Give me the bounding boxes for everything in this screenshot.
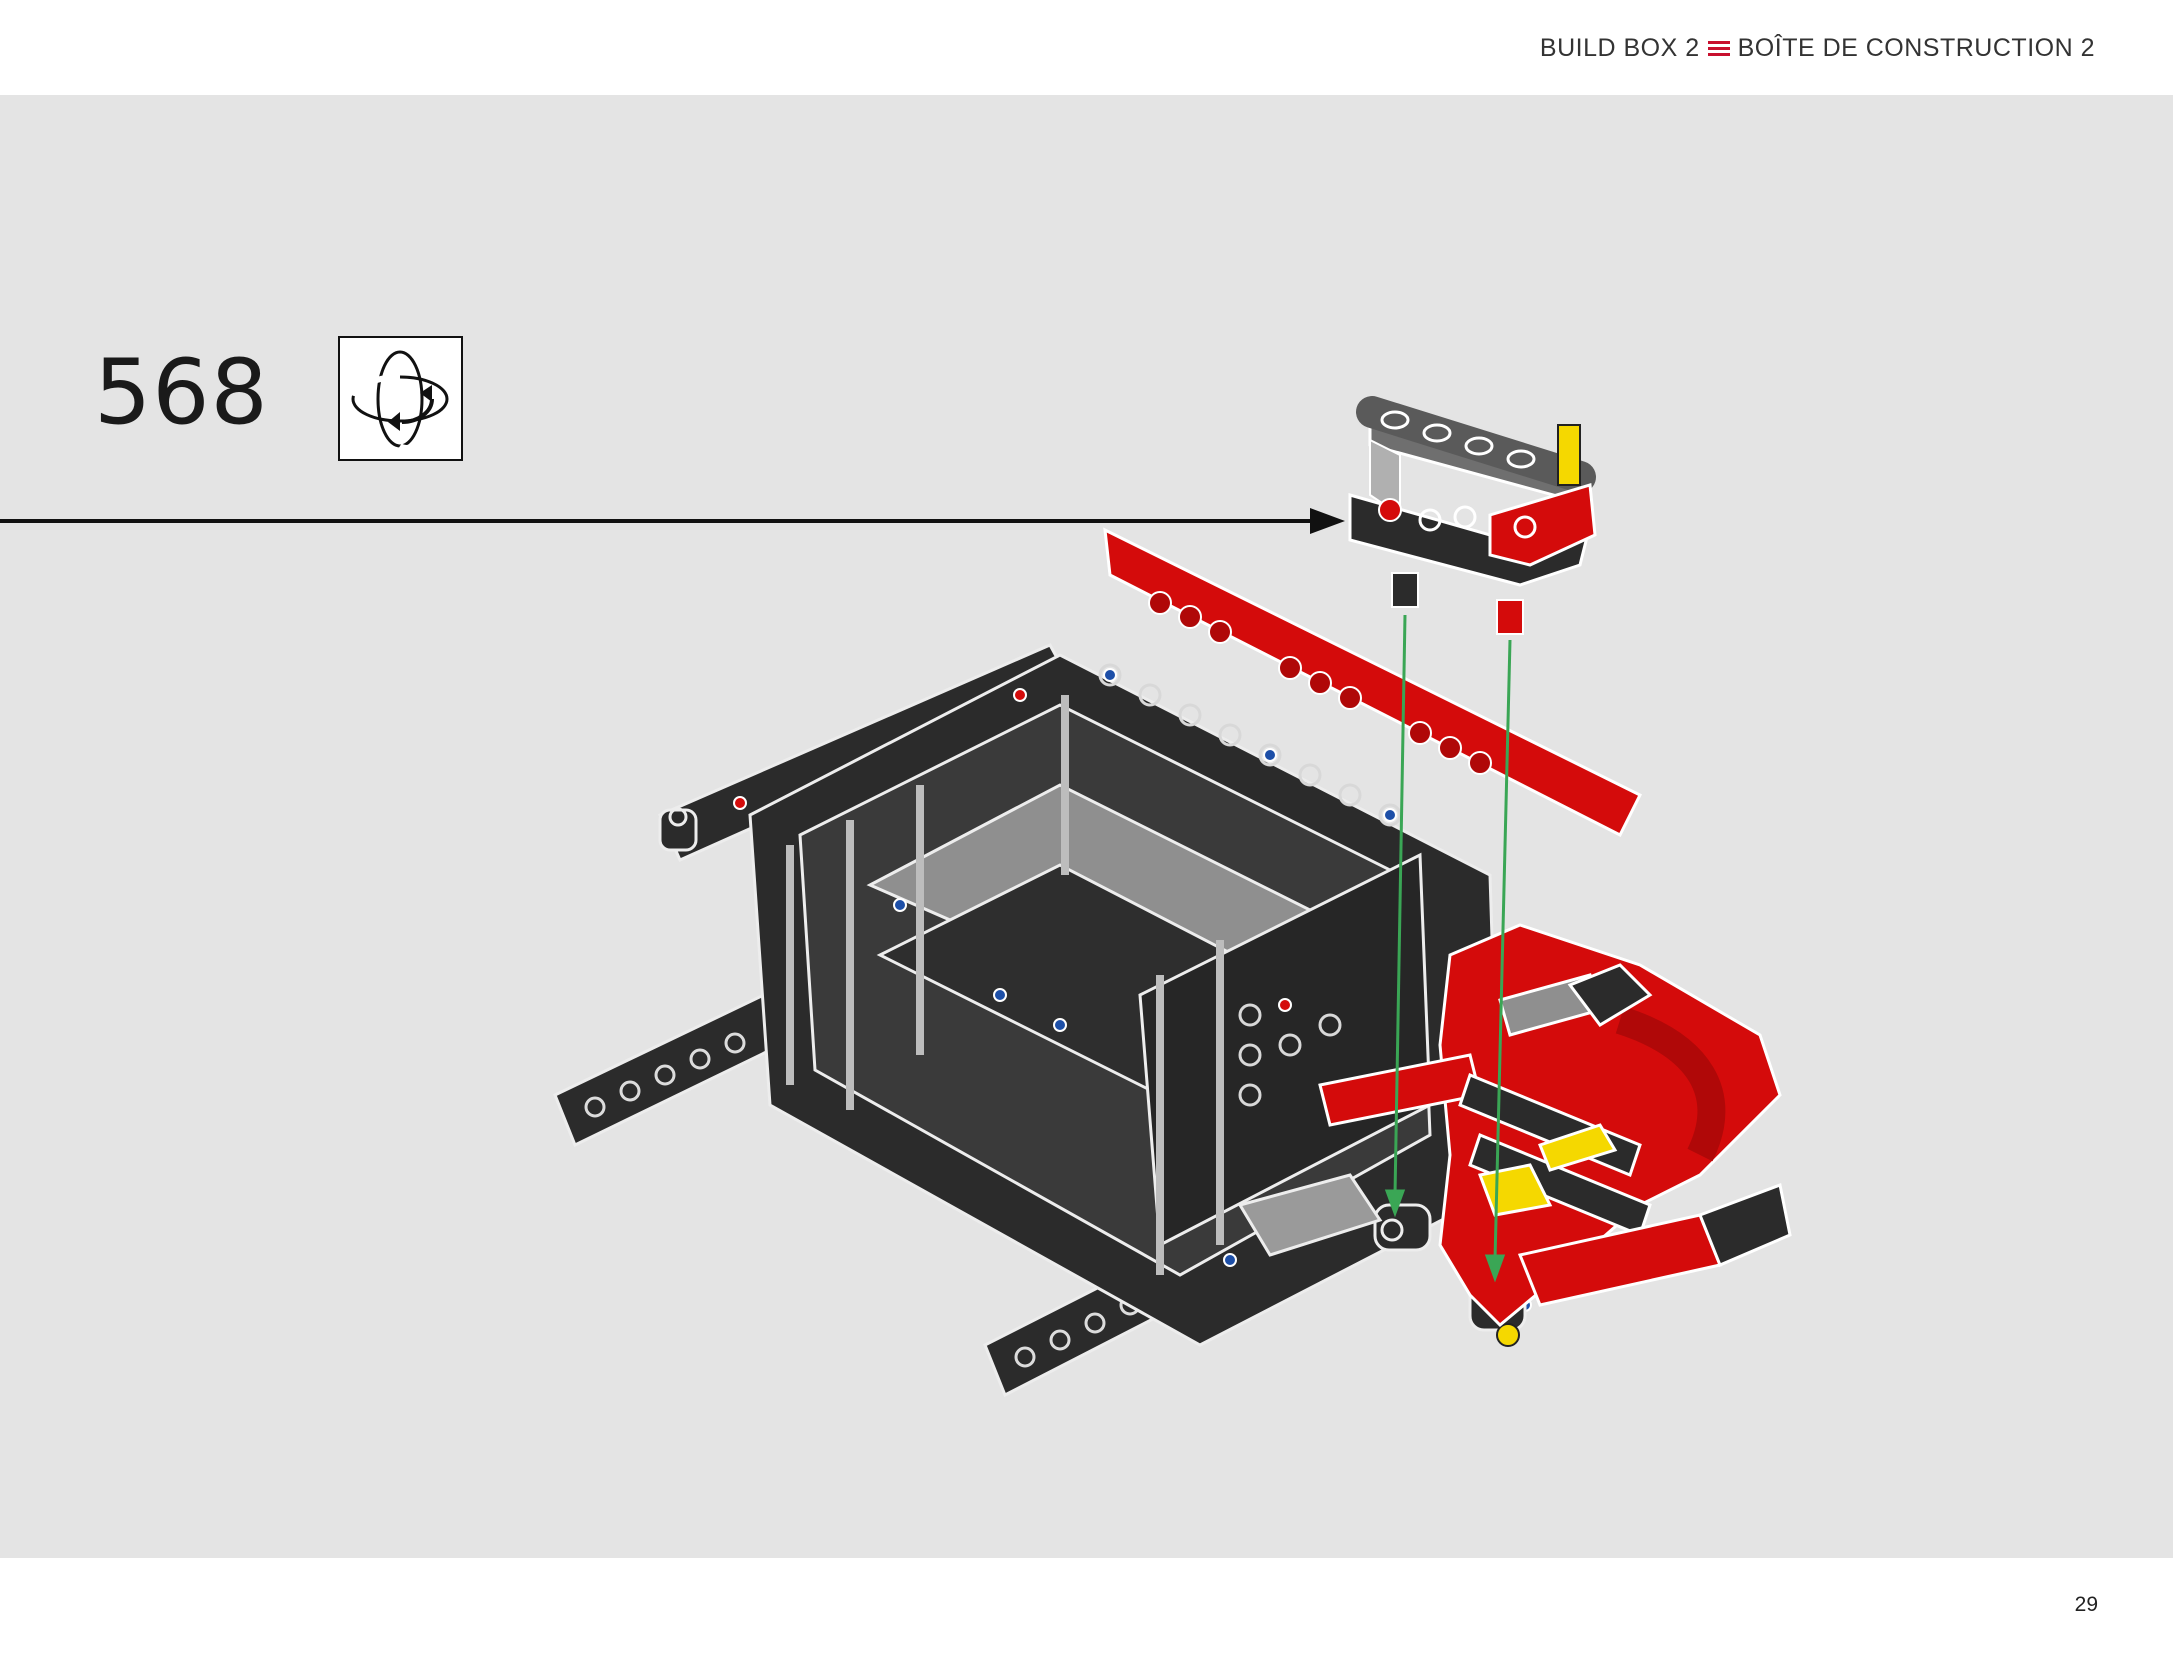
page-header: BUILD BOX 2 BOÎTE DE CONSTRUCTION 2 [0, 0, 2173, 95]
lego-technic-assembly [0, 396, 1792, 1398]
title-english: BUILD BOX 2 [1539, 34, 1700, 62]
new-subassembly [1348, 396, 1597, 635]
yellow-axle-end [1496, 1323, 1520, 1347]
title-french: BOÎTE DE CONSTRUCTION 2 [1737, 34, 2095, 62]
instruction-stage: 568 [0, 95, 2173, 1558]
language-divider-icon [1707, 41, 1730, 56]
page-number: 29 [2074, 1593, 2098, 1616]
page-footer: 29 [0, 1558, 2173, 1654]
build-box-title: BUILD BOX 2 BOÎTE DE CONSTRUCTION 2 [1540, 34, 2095, 63]
insertion-arrow-black [0, 508, 1345, 534]
